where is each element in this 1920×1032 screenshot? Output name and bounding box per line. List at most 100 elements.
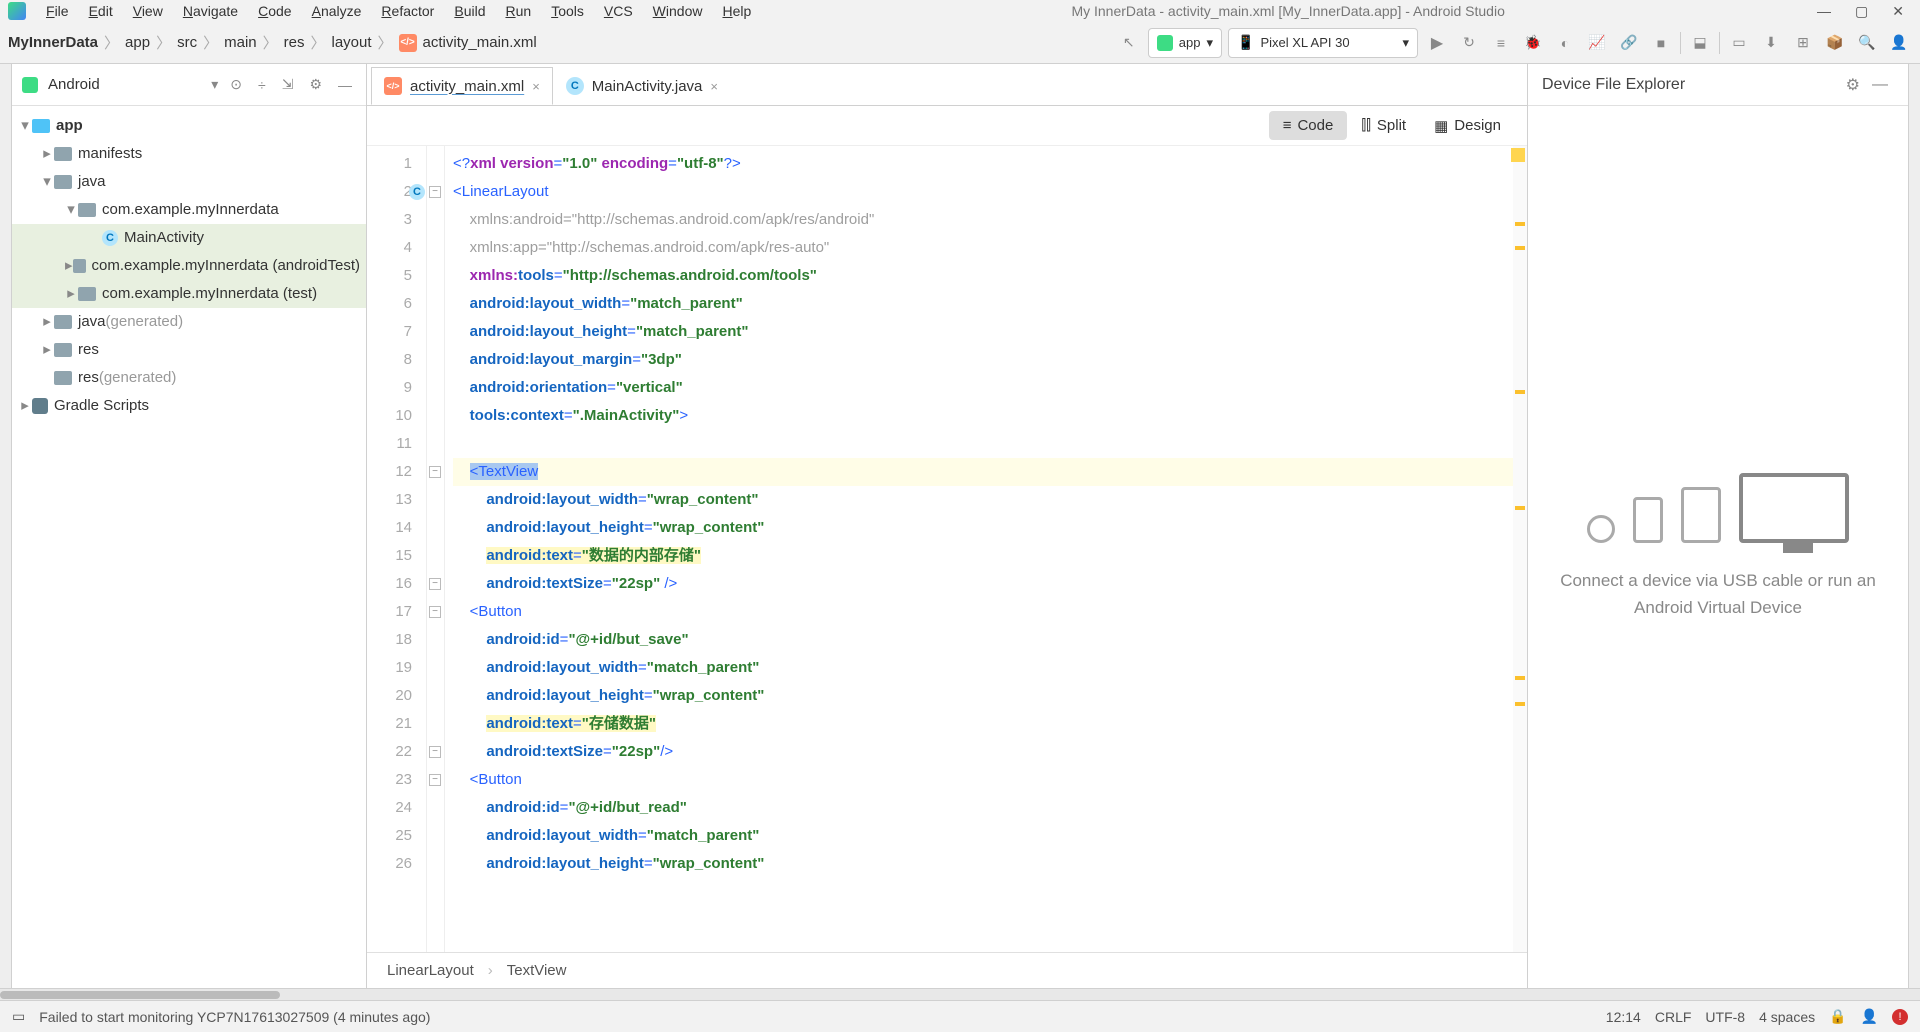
editor-tab[interactable]: </>activity_main.xml× xyxy=(371,67,553,105)
view-code-button[interactable]: ≡Code xyxy=(1269,111,1348,140)
editor-breadcrumbs[interactable]: LinearLayout › TextView xyxy=(367,952,1527,988)
indent-info[interactable]: 4 spaces xyxy=(1759,1009,1815,1025)
fold-marker-icon[interactable]: − xyxy=(429,774,441,786)
device-selector[interactable]: Pixel XL API 30 ▾ xyxy=(1228,28,1418,58)
code-line[interactable]: android:orientation="vertical" xyxy=(453,374,1513,402)
menu-analyze[interactable]: Analyze xyxy=(304,1,370,21)
crumb-item[interactable]: LinearLayout xyxy=(387,962,474,979)
resource-icon[interactable]: ⊞ xyxy=(1790,30,1816,56)
status-message[interactable]: Failed to start monitoring YCP7N17613027… xyxy=(39,1009,430,1025)
tree-node-res[interactable]: ▸res xyxy=(12,336,366,364)
code-line[interactable]: <Button xyxy=(453,766,1513,794)
breadcrumb-item[interactable]: main xyxy=(224,34,257,51)
view-design-button[interactable]: ▦Design xyxy=(1420,111,1515,141)
code-line[interactable]: android:layout_width="match_parent" xyxy=(453,290,1513,318)
menu-file[interactable]: File xyxy=(38,1,77,21)
breadcrumb-item[interactable]: src xyxy=(177,34,197,51)
user-icon[interactable]: 👤 xyxy=(1886,30,1912,56)
warning-marker[interactable] xyxy=(1515,506,1525,510)
fold-gutter[interactable]: −−−−−−C xyxy=(427,146,445,952)
menu-tools[interactable]: Tools xyxy=(543,1,592,21)
menu-code[interactable]: Code xyxy=(250,1,299,21)
code-line[interactable]: android:id="@+id/but_save" xyxy=(453,626,1513,654)
tree-node-res-gen[interactable]: res (generated) xyxy=(12,364,366,392)
error-stripe[interactable] xyxy=(1513,146,1527,952)
search-icon[interactable]: 🔍 xyxy=(1854,30,1880,56)
gear-icon[interactable]: ⚙ xyxy=(1840,75,1866,95)
run-icon[interactable]: ▶ xyxy=(1424,30,1450,56)
tree-node-java-gen[interactable]: ▸java (generated) xyxy=(12,308,366,336)
code-content[interactable]: <?xml version="1.0" encoding="utf-8"?><L… xyxy=(445,146,1513,952)
sdk-icon[interactable]: ⬇ xyxy=(1758,30,1784,56)
code-line[interactable]: android:layout_height="wrap_content" xyxy=(453,850,1513,878)
apply-changes-icon[interactable]: ↻ xyxy=(1456,30,1482,56)
fold-marker-icon[interactable]: − xyxy=(429,466,441,478)
hide-icon[interactable]: — xyxy=(1866,76,1894,94)
code-line[interactable] xyxy=(453,430,1513,458)
breadcrumb-item[interactable]: app xyxy=(125,34,150,51)
caret-position[interactable]: 12:14 xyxy=(1606,1009,1641,1025)
fold-marker-icon[interactable]: − xyxy=(429,186,441,198)
tree-node-package-test1[interactable]: ▸com.example.myInnerdata (androidTest) xyxy=(12,252,366,280)
code-line[interactable]: android:layout_margin="3dp" xyxy=(453,346,1513,374)
tree-node-gradle[interactable]: ▸Gradle Scripts xyxy=(12,392,366,420)
run-config-selector[interactable]: app ▾ xyxy=(1148,28,1222,58)
menu-run[interactable]: Run xyxy=(497,1,539,21)
project-tree[interactable]: ▾app ▸manifests ▾java ▾com.example.myInn… xyxy=(12,106,366,426)
target-icon[interactable]: ⊙ xyxy=(226,76,246,93)
code-line[interactable]: android:text="存储数据" xyxy=(453,710,1513,738)
code-line[interactable]: android:layout_width="match_parent" xyxy=(453,822,1513,850)
warning-marker[interactable] xyxy=(1515,246,1525,250)
vcs-icon[interactable]: ⬓ xyxy=(1687,30,1713,56)
class-gutter-icon[interactable]: C xyxy=(409,184,425,200)
menu-view[interactable]: View xyxy=(125,1,171,21)
profiler-icon[interactable]: 📈 xyxy=(1584,30,1610,56)
crumb-item[interactable]: TextView xyxy=(507,962,567,979)
menu-help[interactable]: Help xyxy=(714,1,759,21)
left-tool-strip[interactable] xyxy=(0,64,12,988)
divide-icon[interactable]: ÷ xyxy=(254,77,270,93)
breadcrumb-item[interactable]: MyInnerData xyxy=(8,34,98,51)
editor-tab[interactable]: CMainActivity.java× xyxy=(553,67,731,105)
code-line[interactable]: <TextView xyxy=(453,458,1513,486)
warning-marker[interactable] xyxy=(1515,676,1525,680)
tree-node-java[interactable]: ▾java xyxy=(12,168,366,196)
code-line[interactable]: xmlns:tools="http://schemas.android.com/… xyxy=(453,262,1513,290)
chevron-down-icon[interactable]: ▾ xyxy=(211,76,218,93)
code-editor[interactable]: 1234567891011121314151617181920212223242… xyxy=(367,146,1527,952)
file-encoding[interactable]: UTF-8 xyxy=(1705,1009,1745,1025)
code-line[interactable]: android:layout_height="match_parent" xyxy=(453,318,1513,346)
fold-marker-icon[interactable]: − xyxy=(429,746,441,758)
menu-navigate[interactable]: Navigate xyxy=(175,1,246,21)
close-icon[interactable]: ✕ xyxy=(1892,3,1904,20)
warning-marker[interactable] xyxy=(1515,702,1525,706)
code-line[interactable]: android:layout_height="wrap_content" xyxy=(453,514,1513,542)
layout-inspector-icon[interactable]: 📦 xyxy=(1822,30,1848,56)
menu-build[interactable]: Build xyxy=(446,1,493,21)
breadcrumb-item[interactable]: activity_main.xml xyxy=(423,34,537,51)
hide-icon[interactable]: — xyxy=(334,77,356,93)
gear-icon[interactable]: ⚙ xyxy=(305,76,326,93)
code-line[interactable]: xmlns:app="http://schemas.android.com/ap… xyxy=(453,234,1513,262)
attach-debugger-icon[interactable]: 🔗 xyxy=(1616,30,1642,56)
menu-vcs[interactable]: VCS xyxy=(596,1,641,21)
code-line[interactable]: android:textSize="22sp" /> xyxy=(453,570,1513,598)
code-line[interactable]: <?xml version="1.0" encoding="utf-8"?> xyxy=(453,150,1513,178)
close-tab-icon[interactable]: × xyxy=(710,79,718,94)
code-line[interactable]: <Button xyxy=(453,598,1513,626)
stop-icon[interactable]: ■ xyxy=(1648,30,1674,56)
menu-edit[interactable]: Edit xyxy=(81,1,121,21)
menu-refactor[interactable]: Refactor xyxy=(373,1,442,21)
fold-marker-icon[interactable]: − xyxy=(429,578,441,590)
tree-node-app[interactable]: ▾app xyxy=(12,112,366,140)
code-line[interactable]: <LinearLayout xyxy=(453,178,1513,206)
close-tab-icon[interactable]: × xyxy=(532,79,540,94)
tree-node-package-test2[interactable]: ▸com.example.myInnerdata (test) xyxy=(12,280,366,308)
line-separator[interactable]: CRLF xyxy=(1655,1009,1692,1025)
warning-marker[interactable] xyxy=(1515,222,1525,226)
menu-window[interactable]: Window xyxy=(645,1,711,21)
expand-icon[interactable]: ⇲ xyxy=(278,76,298,93)
fold-marker-icon[interactable]: − xyxy=(429,606,441,618)
code-line[interactable]: xmlns:android="http://schemas.android.co… xyxy=(453,206,1513,234)
inspection-icon[interactable]: 👤 xyxy=(1861,1008,1878,1025)
